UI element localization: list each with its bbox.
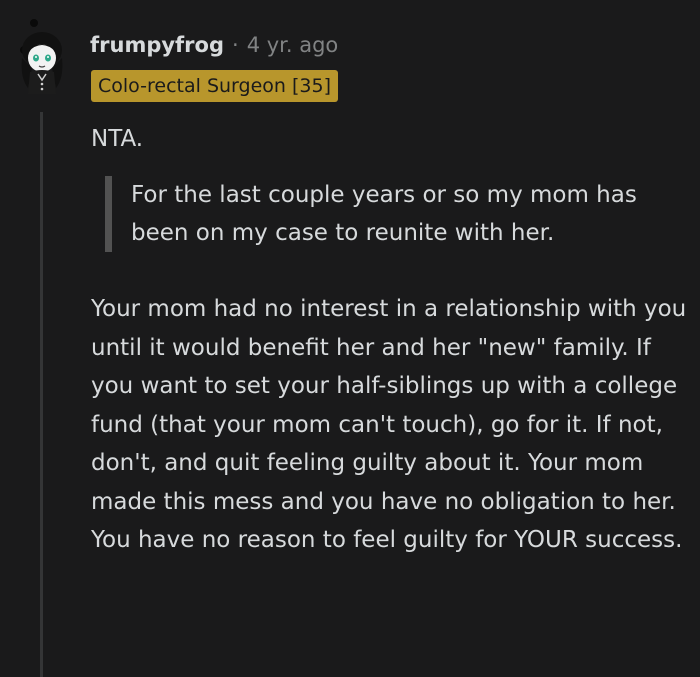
timestamp-link[interactable]: 4 yr. ago [247, 33, 339, 57]
thread-collapse-line[interactable] [40, 112, 43, 677]
comment-body: NTA. [91, 122, 691, 156]
avatar[interactable] [14, 18, 74, 98]
blockquote: For the last couple years or so my mom h… [105, 176, 700, 252]
user-flair: Colo-rectal Surgeon [35] [91, 70, 338, 102]
comment: frumpyfrog · 4 yr. ago Colo-rectal Surge… [0, 0, 700, 677]
verdict-text: NTA. [91, 126, 144, 152]
avatar-icon [20, 19, 63, 94]
meta-separator: · [232, 33, 239, 57]
comment-meta: frumpyfrog · 4 yr. ago [90, 30, 338, 60]
username-link[interactable]: frumpyfrog [90, 33, 224, 57]
comment-paragraph: Your mom had no interest in a relationsh… [91, 296, 687, 553]
